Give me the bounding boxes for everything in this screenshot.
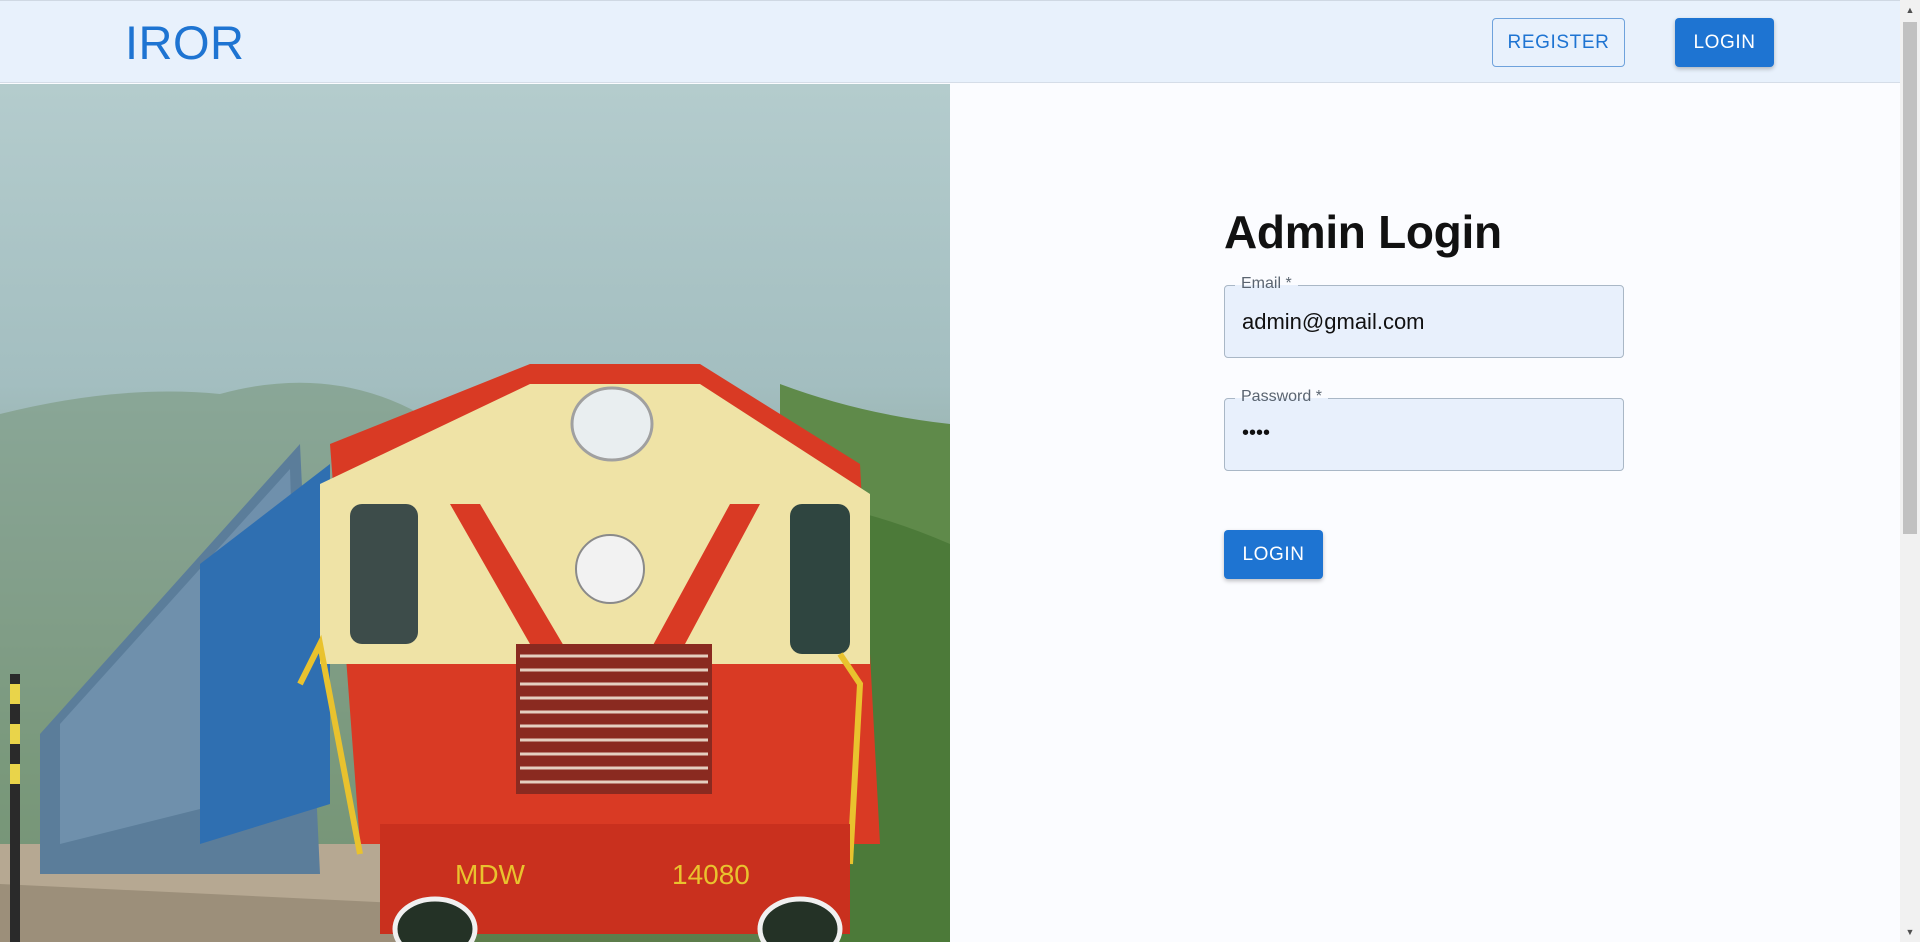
- email-input[interactable]: [1242, 307, 1612, 337]
- register-button[interactable]: REGISTER: [1492, 18, 1625, 67]
- brand-logo-text[interactable]: IROR: [125, 15, 245, 70]
- admin-login-form: Admin Login Email * Password * •••• LOGI…: [1224, 205, 1624, 579]
- page-title: Admin Login: [1224, 206, 1502, 258]
- password-input[interactable]: ••••: [1242, 422, 1612, 452]
- app-bar: IROR REGISTER LOGIN: [0, 0, 1900, 83]
- locomotive-marking-right: 14080: [672, 859, 750, 890]
- password-field-container: Password * ••••: [1224, 388, 1624, 471]
- password-label: Password *: [1235, 388, 1328, 406]
- vertical-scrollbar[interactable]: ▲ ▼: [1900, 0, 1920, 942]
- header-login-button[interactable]: LOGIN: [1675, 18, 1774, 67]
- scroll-up-arrow-icon[interactable]: ▲: [1904, 4, 1916, 16]
- locomotive-marking-left: MDW: [455, 859, 526, 890]
- email-field-container: Email *: [1224, 275, 1624, 358]
- scrollbar-thumb[interactable]: [1903, 22, 1917, 534]
- email-label: Email *: [1235, 275, 1298, 293]
- hero-locomotive-image: MDW 14080: [0, 84, 950, 942]
- locomotive-illustration: MDW 14080: [0, 364, 950, 942]
- login-submit-button[interactable]: LOGIN: [1224, 530, 1323, 579]
- scroll-down-arrow-icon[interactable]: ▼: [1904, 926, 1916, 938]
